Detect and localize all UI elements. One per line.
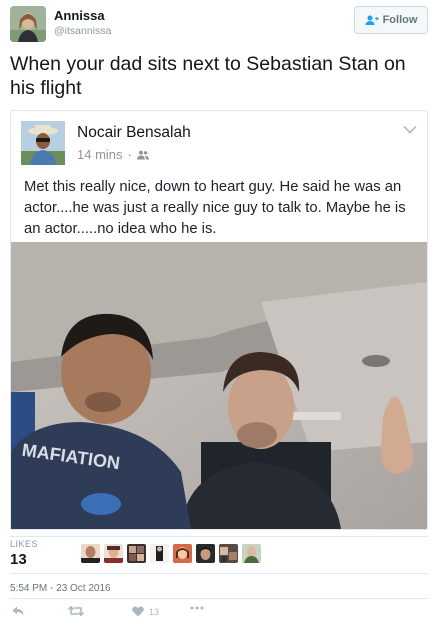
quoted-post-meta: 14 mins · bbox=[77, 147, 149, 162]
tweet-header: Annissa @itsannissa Follow bbox=[10, 6, 428, 42]
quoted-post-time: 14 mins bbox=[77, 147, 123, 162]
likes-section: LIKES 13 bbox=[10, 536, 428, 572]
liker-avatar[interactable] bbox=[196, 544, 215, 563]
selfie-photo: MAFIATION bbox=[11, 242, 427, 529]
liker-avatar[interactable] bbox=[219, 544, 238, 563]
quoted-author-name: Nocair Bensalah bbox=[77, 124, 191, 141]
likes-label: LIKES bbox=[10, 539, 39, 549]
divider-middle bbox=[10, 573, 428, 574]
follow-button[interactable]: Follow bbox=[354, 6, 428, 34]
divider-bottom bbox=[10, 598, 428, 599]
liker-avatar[interactable] bbox=[150, 544, 169, 563]
more-icon bbox=[190, 606, 204, 610]
quoted-post-text: Met this really nice, down to heart guy.… bbox=[24, 179, 406, 237]
author-handle[interactable]: @itsannissa bbox=[54, 25, 111, 37]
author-avatar[interactable] bbox=[10, 6, 46, 42]
meta-separator: · bbox=[127, 147, 132, 162]
liker-avatar[interactable] bbox=[104, 544, 123, 563]
liker-avatar[interactable] bbox=[242, 544, 261, 563]
quoted-post-image[interactable]: Nocair Bensalah 14 mins · Met this reall… bbox=[10, 110, 428, 530]
reply-button[interactable] bbox=[12, 606, 24, 616]
liker-avatar[interactable] bbox=[81, 544, 100, 563]
like-count: 13 bbox=[149, 606, 160, 617]
author-name[interactable]: Annissa bbox=[54, 8, 105, 23]
retweet-icon bbox=[68, 606, 84, 616]
liker-avatar[interactable] bbox=[173, 544, 192, 563]
reply-icon bbox=[12, 606, 24, 616]
heart-icon bbox=[132, 606, 144, 617]
chevron-down-icon bbox=[403, 125, 417, 134]
like-button[interactable]: 13 bbox=[132, 606, 159, 617]
tweet-timestamp[interactable]: 5:54 PM - 23 Oct 2016 bbox=[10, 583, 111, 594]
friends-icon bbox=[136, 150, 149, 159]
quoted-author-avatar bbox=[21, 121, 65, 165]
tweet-actions: 13 bbox=[12, 606, 412, 622]
follow-label: Follow bbox=[382, 14, 418, 26]
likes-count[interactable]: 13 bbox=[10, 551, 27, 568]
liker-avatars bbox=[81, 544, 261, 563]
tweet-text: When your dad sits next to Sebastian Sta… bbox=[10, 53, 406, 99]
liker-avatar[interactable] bbox=[127, 544, 146, 563]
retweet-button[interactable] bbox=[68, 606, 84, 616]
follow-person-icon bbox=[365, 15, 379, 25]
more-button[interactable] bbox=[190, 606, 204, 610]
